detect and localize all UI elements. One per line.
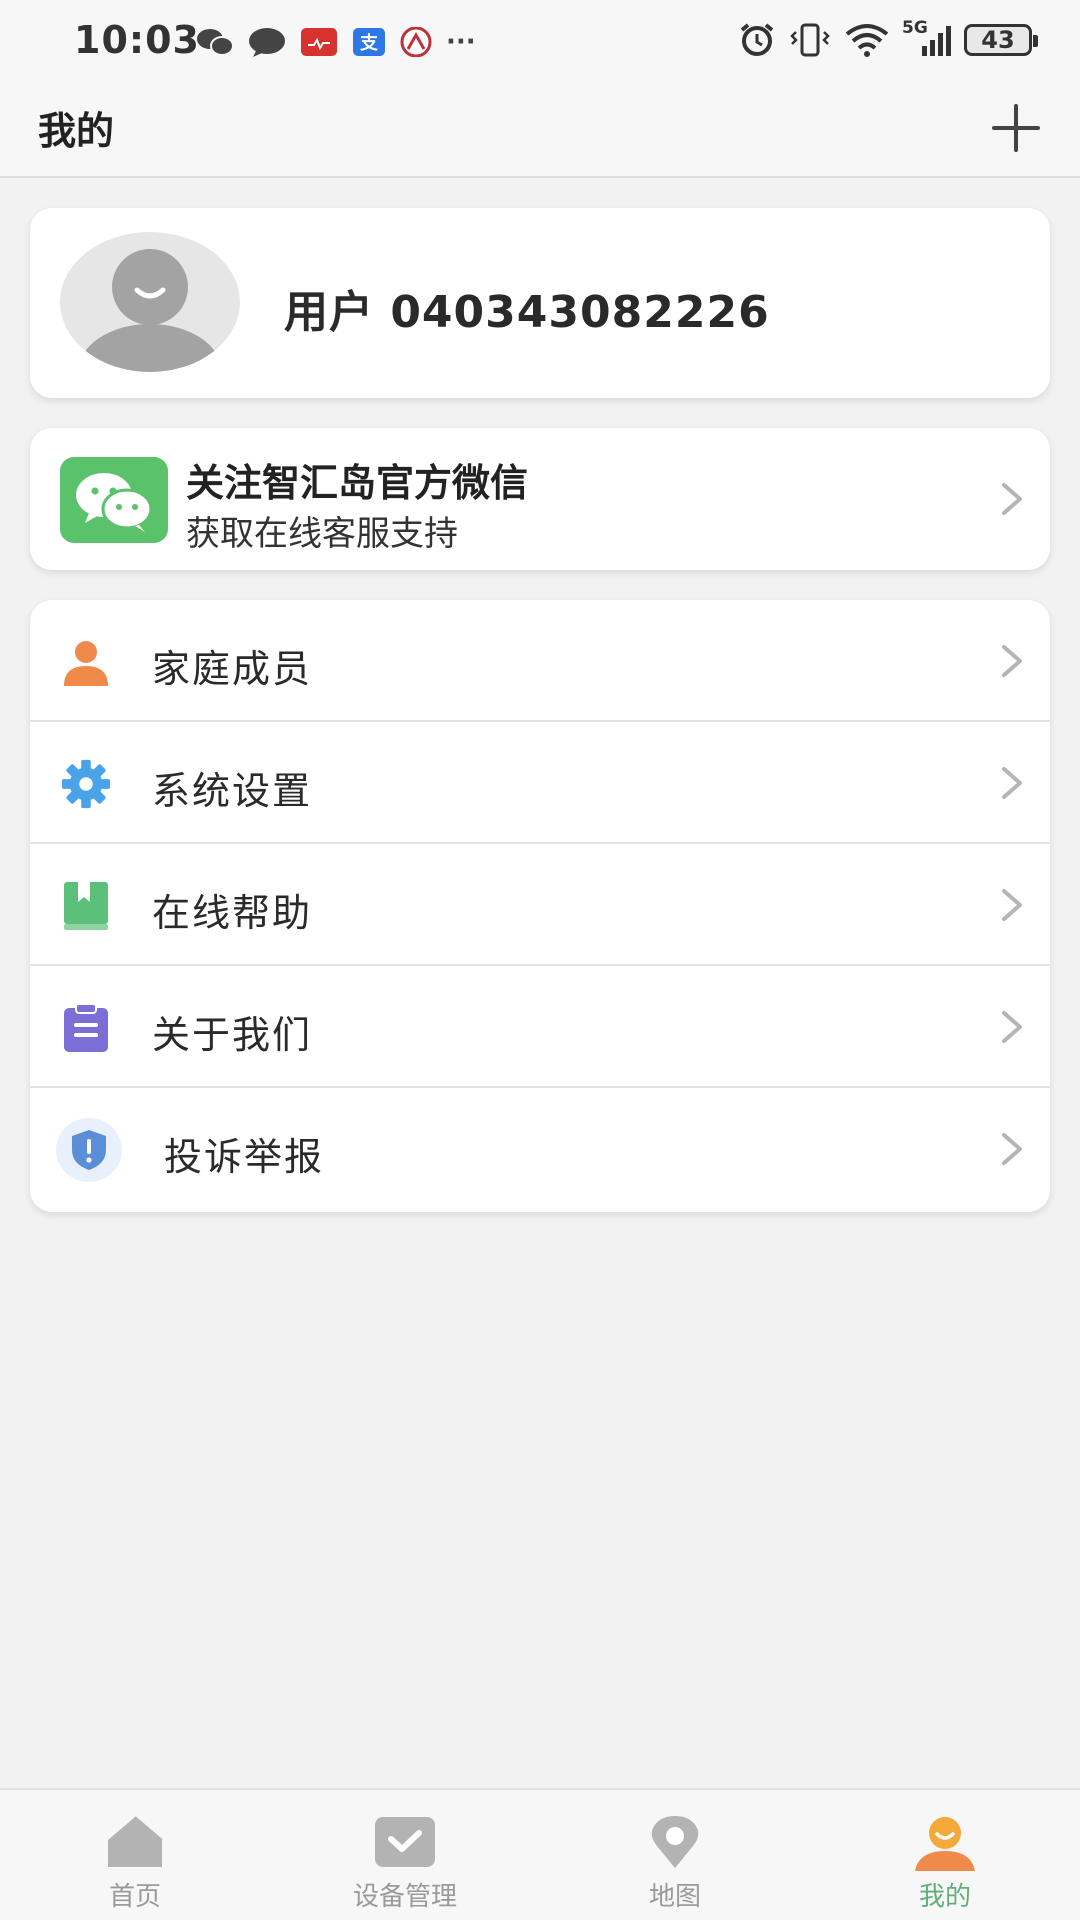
status-time: 10:03 xyxy=(74,18,200,62)
page-title: 我的 xyxy=(38,109,115,153)
wechat-banner-title: 关注智汇岛官方微信 xyxy=(186,461,529,505)
user-icon xyxy=(910,1812,980,1872)
check-box-icon xyxy=(370,1812,440,1872)
menu-item-system-settings[interactable]: 系统设置 xyxy=(30,722,1050,844)
book-icon xyxy=(60,880,112,932)
profile-card[interactable]: 用户 040343082226 xyxy=(30,208,1050,398)
chevron-right-icon xyxy=(1002,645,1022,677)
notification-icons: 支 ··· xyxy=(196,24,476,60)
wechat-follow-banner[interactable]: 关注智汇岛官方微信 获取在线客服支持 xyxy=(30,428,1050,570)
home-icon xyxy=(100,1812,170,1872)
tab-label: 首页 xyxy=(108,1882,161,1912)
tab-label: 我的 xyxy=(918,1882,971,1912)
tab-profile[interactable]: 我的 xyxy=(810,1790,1080,1920)
menu-item-label: 在线帮助 xyxy=(152,891,313,935)
page-header: 我的 xyxy=(0,80,1080,178)
plus-icon xyxy=(992,104,1040,152)
wechat-notification-icon xyxy=(196,27,234,57)
add-button[interactable] xyxy=(988,100,1044,156)
alarm-icon xyxy=(738,22,776,58)
default-avatar-icon xyxy=(78,249,222,372)
system-status-icons: 5G 43 xyxy=(738,18,1038,60)
tab-home[interactable]: 首页 xyxy=(0,1790,270,1920)
bank-notification-icon xyxy=(400,27,432,57)
clipboard-icon xyxy=(60,1002,112,1054)
tab-device-management[interactable]: 设备管理 xyxy=(270,1790,540,1920)
person-icon xyxy=(60,636,112,688)
battery-indicator: 43 xyxy=(964,24,1038,56)
network-type-label: 5G xyxy=(902,18,928,38)
shield-alert-icon xyxy=(56,1118,122,1182)
menu-item-online-help[interactable]: 在线帮助 xyxy=(30,844,1050,966)
avatar[interactable] xyxy=(60,232,240,372)
cellular-signal-icon: 5G xyxy=(902,18,952,58)
alipay-notification-icon: 支 xyxy=(352,27,386,57)
chevron-right-icon xyxy=(1002,767,1022,799)
wechat-banner-subtitle: 获取在线客服支持 xyxy=(186,514,458,554)
chevron-right-icon xyxy=(1002,1011,1022,1043)
chevron-right-icon xyxy=(1002,889,1022,921)
menu-item-label: 系统设置 xyxy=(152,769,313,813)
menu-item-family-members[interactable]: 家庭成员 xyxy=(30,600,1050,722)
menu-item-report-complaint[interactable]: 投诉举报 xyxy=(30,1088,1050,1210)
gear-icon xyxy=(60,758,112,810)
tab-map[interactable]: 地图 xyxy=(540,1790,810,1920)
status-bar: 10:03 支 ··· 5G 43 xyxy=(0,0,1080,80)
chevron-right-icon xyxy=(1002,1133,1022,1165)
settings-menu: 家庭成员 系统设置 在线帮助 关于我们 投诉举报 xyxy=(30,600,1050,1212)
menu-item-about-us[interactable]: 关于我们 xyxy=(30,966,1050,1088)
svg-text:支: 支 xyxy=(359,32,379,54)
username: 用户 040343082226 xyxy=(284,287,770,338)
menu-item-label: 关于我们 xyxy=(152,1013,313,1057)
menu-item-label: 投诉举报 xyxy=(164,1135,325,1179)
tab-label: 设备管理 xyxy=(352,1882,457,1912)
more-notifications-icon: ··· xyxy=(446,27,476,57)
vibrate-icon xyxy=(788,22,832,58)
red-app-notification-icon xyxy=(300,27,338,57)
wifi-icon xyxy=(844,22,890,58)
menu-item-label: 家庭成员 xyxy=(152,647,313,691)
wechat-logo-icon xyxy=(60,457,168,543)
bottom-tab-bar: 首页 设备管理 地图 我的 xyxy=(0,1788,1080,1920)
chevron-right-icon xyxy=(1002,483,1022,515)
map-pin-icon xyxy=(640,1812,710,1872)
tab-label: 地图 xyxy=(648,1882,701,1912)
message-notification-icon xyxy=(248,27,286,57)
